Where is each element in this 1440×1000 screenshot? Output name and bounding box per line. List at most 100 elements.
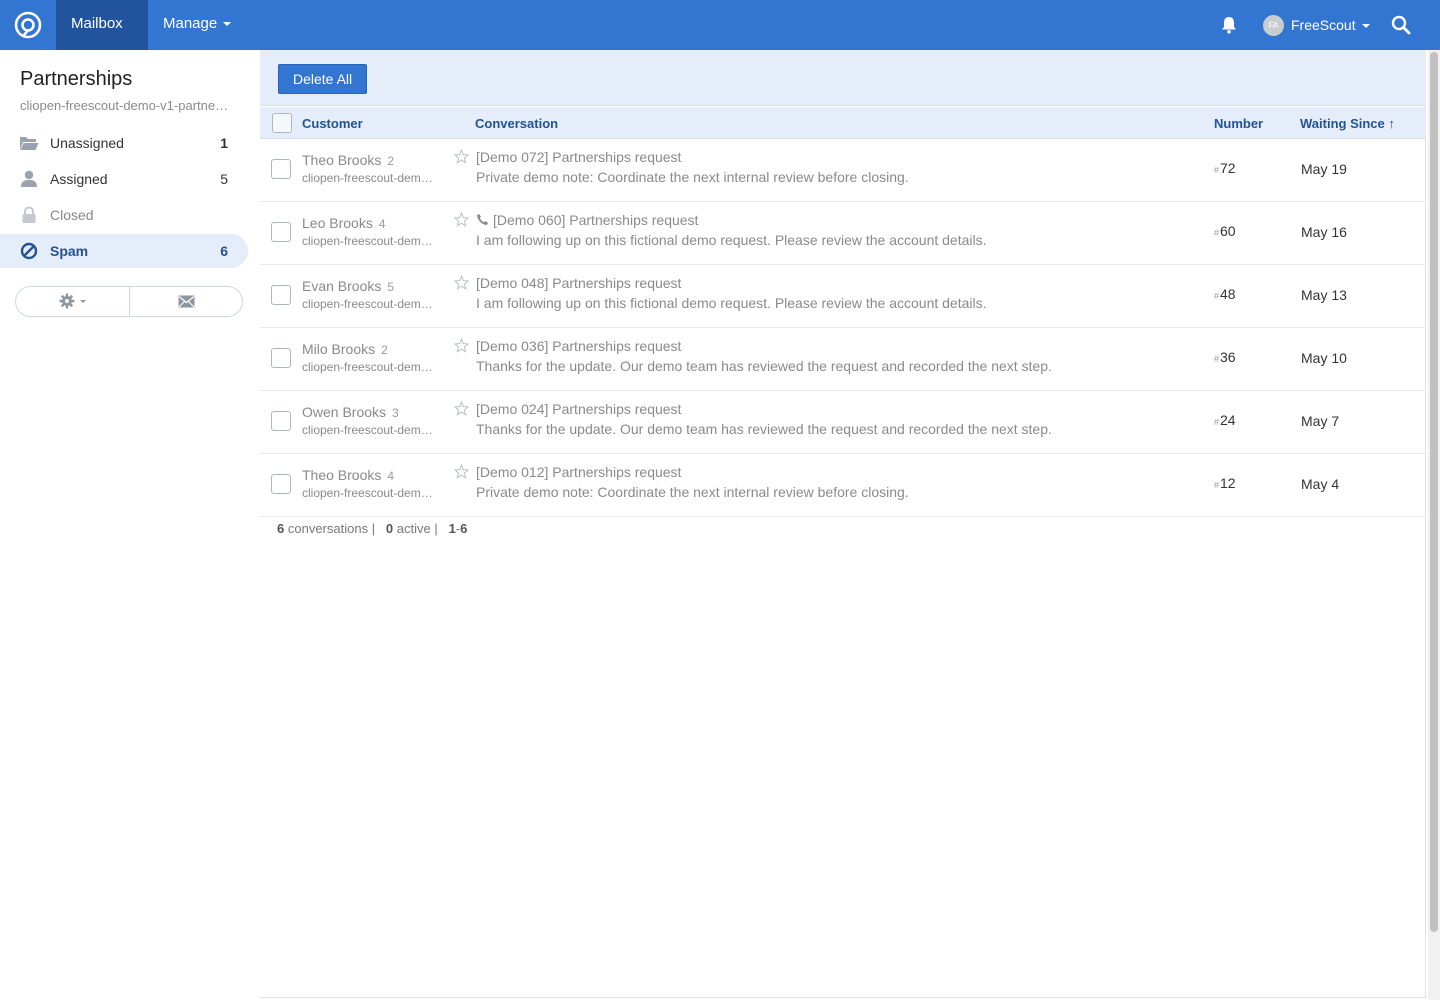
conversation-number[interactable]: #48 [1214,286,1236,302]
table-row[interactable]: Leo Brooks 4 cliopen-freescout-demo-custom… [260,202,1426,265]
list-toolbar: Delete All [260,50,1426,106]
mailbox-title: Partnerships [20,68,133,90]
customer-name-text: Evan Brooks [302,278,382,294]
table-row[interactable]: Theo Brooks 2 cliopen-freescout-demo-custo… [260,139,1426,202]
conversation-preview[interactable]: Thanks for the update. Our demo team has… [476,421,1052,437]
envelope-icon [178,295,195,308]
conversation-preview[interactable]: I am following up on this fictional demo… [476,295,987,311]
conversation-subject[interactable]: [Demo 036] Partnerships request [476,338,681,354]
conversation-subject[interactable]: [Demo 048] Partnerships request [476,275,681,291]
search-icon[interactable] [1391,15,1411,35]
table-row[interactable]: Theo Brooks 4 cliopen-freescout-demo-custo… [260,454,1426,517]
sidebar-item-closed[interactable]: Closed [0,198,248,232]
avatar[interactable]: FA [1263,15,1284,36]
nav-manage[interactable]: Manage [148,0,246,50]
nav-mailbox[interactable]: Mailbox [56,0,148,75]
conversation-preview[interactable]: Private demo note: Coordinate the next i… [476,484,909,500]
conversation-subject[interactable]: [Demo 012] Partnerships request [476,464,681,480]
conversation-number[interactable]: #36 [1214,349,1236,365]
mailbox-actions [15,286,243,317]
customer-name[interactable]: Milo Brooks 2 [302,341,388,357]
customer-email: cliopen-freescout-demo-customer@example.… [302,297,434,311]
folder-count: 5 [220,171,228,187]
conversation-subject[interactable]: [Demo 072] Partnerships request [476,149,681,165]
scrollbar-thumb[interactable] [1430,52,1438,932]
customer-name[interactable]: Theo Brooks 2 [302,152,394,168]
sidebar-item-unassigned[interactable]: Unassigned 1 [0,126,248,160]
customer-email: cliopen-freescout-demo-customer@example.… [302,171,434,185]
nav-mailbox-label: Mailbox [71,15,123,32]
sidebar-item-label: Spam [50,243,89,259]
conversation-list-panel: Delete All Customer Conversation Number … [260,50,1426,998]
customer-name-text: Theo Brooks [302,467,382,483]
folder-count: 1 [220,135,228,151]
conversation-number[interactable]: #12 [1214,475,1236,491]
conversation-number-value: 36 [1220,349,1236,365]
star-icon[interactable] [453,337,470,353]
bell-icon[interactable] [1219,15,1239,35]
freescout-logo-icon[interactable] [14,11,42,39]
sidebar-item-label: Assigned [50,171,108,187]
customer-email: cliopen-freescout-demo-customer@example.… [302,423,434,437]
user-menu[interactable]: FreeScout [1291,0,1370,50]
user-icon [21,170,37,187]
table-row[interactable]: Owen Brooks 3 cliopen-freescout-demo-custo… [260,391,1426,454]
conversation-subject[interactable]: [Demo 060] Partnerships request [476,212,698,228]
column-header-customer[interactable]: Customer [302,116,363,131]
conversation-preview[interactable]: I am following up on this fictional demo… [476,232,987,248]
star-icon[interactable] [453,400,470,416]
conversation-number-value: 60 [1220,223,1236,239]
conversation-subject[interactable]: [Demo 024] Partnerships request [476,401,681,417]
gear-icon [59,293,75,309]
table-row[interactable]: Milo Brooks 2 cliopen-freescout-demo-custo… [260,328,1426,391]
conversation-subject-text: [Demo 036] Partnerships request [476,338,682,354]
customer-name-text: Owen Brooks [302,404,387,420]
conversation-number[interactable]: #72 [1214,160,1236,176]
customer-name[interactable]: Owen Brooks 3 [302,404,399,420]
hash-icon: # [1214,291,1220,301]
row-checkbox[interactable] [271,474,291,494]
customer-name[interactable]: Theo Brooks 4 [302,467,394,483]
hash-icon: # [1214,165,1220,175]
row-checkbox[interactable] [271,159,291,179]
column-header-number[interactable]: Number [1214,116,1263,131]
star-icon[interactable] [453,274,470,290]
sidebar-item-spam[interactable]: Spam 6 [0,234,248,268]
hash-icon: # [1214,354,1220,364]
chevron-down-icon [80,300,86,303]
select-all-checkbox[interactable] [272,113,292,133]
customer-email: cliopen-freescout-demo-customer@example.… [302,486,434,500]
page-scrollbar[interactable] [1428,50,1440,1000]
star-icon[interactable] [453,211,470,227]
conversation-count: 6 [277,521,285,536]
column-header-waiting-since[interactable]: Waiting Since ↑ [1300,116,1395,131]
column-header-conversation[interactable]: Conversation [475,116,558,131]
customer-name-text: Theo Brooks [302,152,382,168]
folder-count: 6 [220,243,228,259]
chevron-down-icon [223,22,232,27]
sidebar-item-label: Closed [50,207,94,223]
conversation-number[interactable]: #60 [1214,223,1236,239]
customer-conversation-count: 3 [392,406,399,420]
conversation-preview[interactable]: Thanks for the update. Our demo team has… [476,358,1052,374]
customer-name[interactable]: Evan Brooks 5 [302,278,394,294]
conversation-subject-text: [Demo 048] Partnerships request [476,275,682,291]
mailbox-settings-button[interactable] [16,287,130,316]
row-checkbox[interactable] [271,348,291,368]
row-checkbox[interactable] [271,222,291,242]
star-icon[interactable] [453,463,470,479]
row-checkbox[interactable] [271,411,291,431]
delete-all-button[interactable]: Delete All [278,64,368,94]
ban-icon [20,242,38,260]
customer-conversation-count: 4 [378,217,386,231]
user-name-label: FreeScout [1291,17,1356,33]
row-checkbox[interactable] [271,285,291,305]
conversation-number[interactable]: #24 [1214,412,1236,428]
new-conversation-button[interactable] [130,287,242,316]
table-row[interactable]: Evan Brooks 5 cliopen-freescout-demo-custo… [260,265,1426,328]
star-icon[interactable] [453,148,470,164]
conversation-preview[interactable]: Private demo note: Coordinate the next i… [476,169,909,185]
hash-icon: # [1214,417,1220,427]
customer-name[interactable]: Leo Brooks 4 [302,215,386,231]
sidebar-item-assigned[interactable]: Assigned 5 [0,162,248,196]
